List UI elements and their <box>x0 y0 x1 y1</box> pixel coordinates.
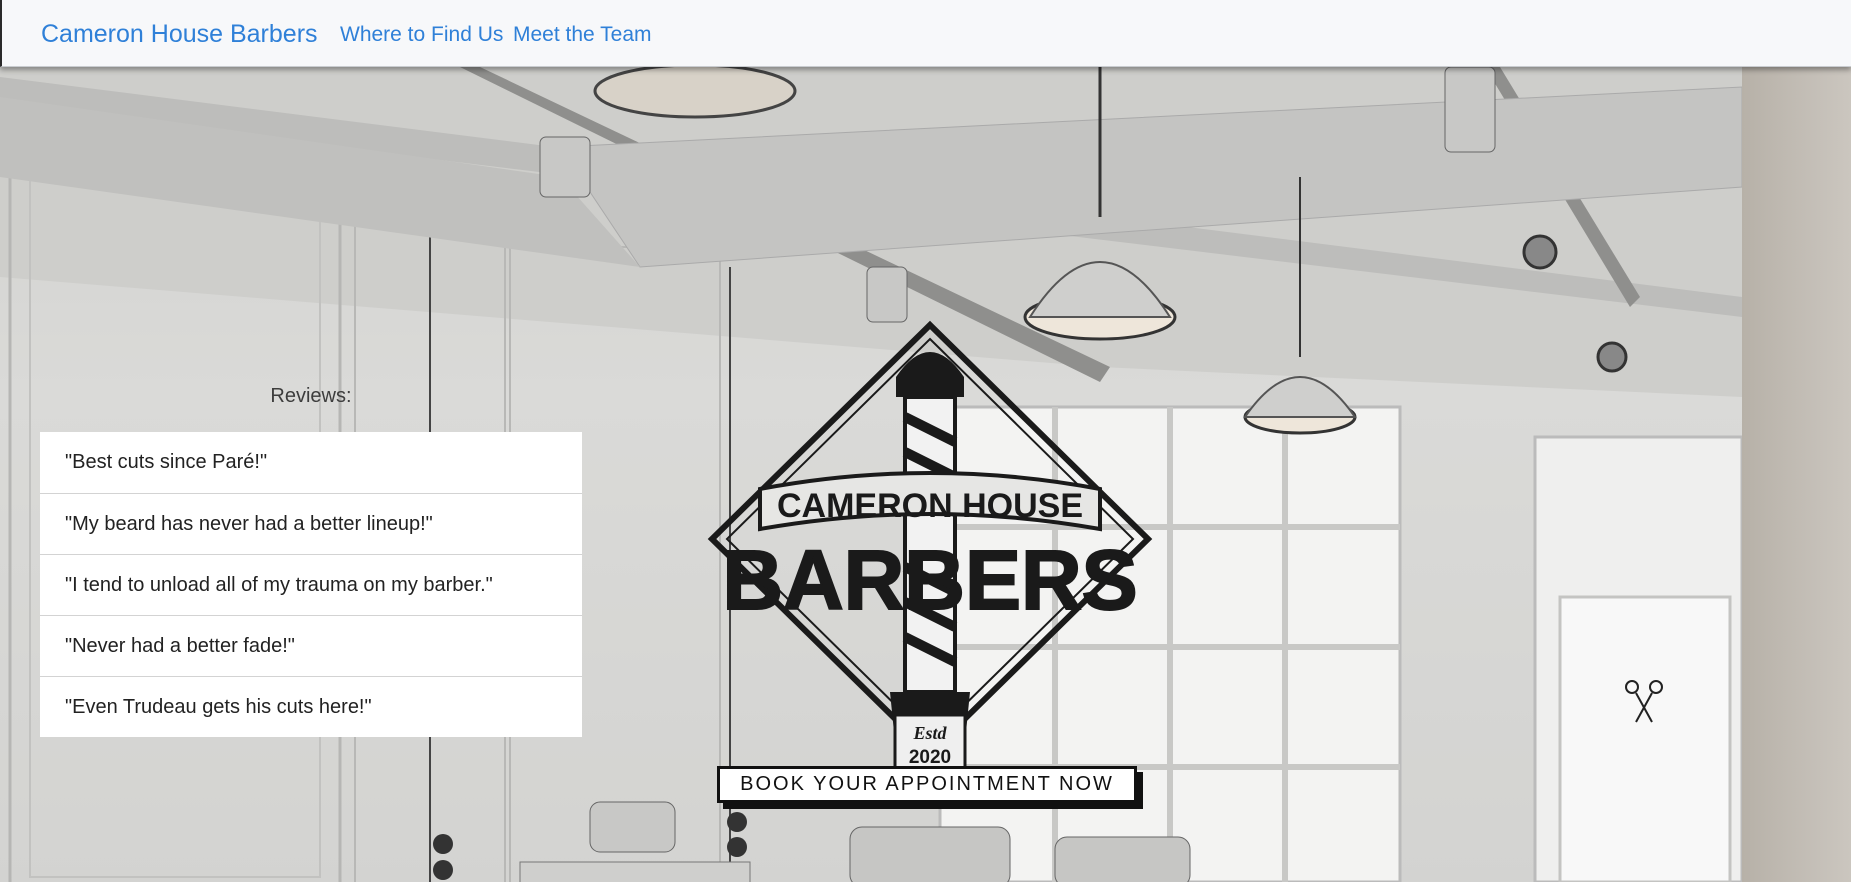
book-appointment-button[interactable]: BOOK YOUR APPOINTMENT NOW <box>717 766 1137 803</box>
brand-link[interactable]: Cameron House Barbers <box>41 20 318 49</box>
logo-year: 2020 <box>909 747 951 768</box>
review-item: "My beard has never had a better lineup!… <box>40 493 582 554</box>
reviews-list: "Best cuts since Paré!" "My beard has ne… <box>40 432 582 737</box>
barbers-logo: CAMERON HOUSE BARBERS Estd 2020 <box>707 320 1153 773</box>
logo-estd: Estd <box>912 723 947 743</box>
reviews-heading: Reviews: <box>270 385 352 407</box>
right-wall <box>1742 67 1851 882</box>
logo-line1: CAMERON HOUSE <box>777 487 1083 525</box>
review-item: "I tend to unload all of my trauma on my… <box>40 554 582 615</box>
nav-link-meet-the-team[interactable]: Meet the Team <box>513 23 652 47</box>
logo-line2: BARBERS <box>722 533 1137 627</box>
review-item: "Even Trudeau gets his cuts here!" <box>40 676 582 737</box>
navbar: Cameron House Barbers Where to Find Us M… <box>0 0 1851 67</box>
review-item: "Best cuts since Paré!" <box>65 451 268 473</box>
nav-link-where-to-find-us[interactable]: Where to Find Us <box>340 23 503 47</box>
review-item: "Never had a better fade!" <box>40 615 582 676</box>
